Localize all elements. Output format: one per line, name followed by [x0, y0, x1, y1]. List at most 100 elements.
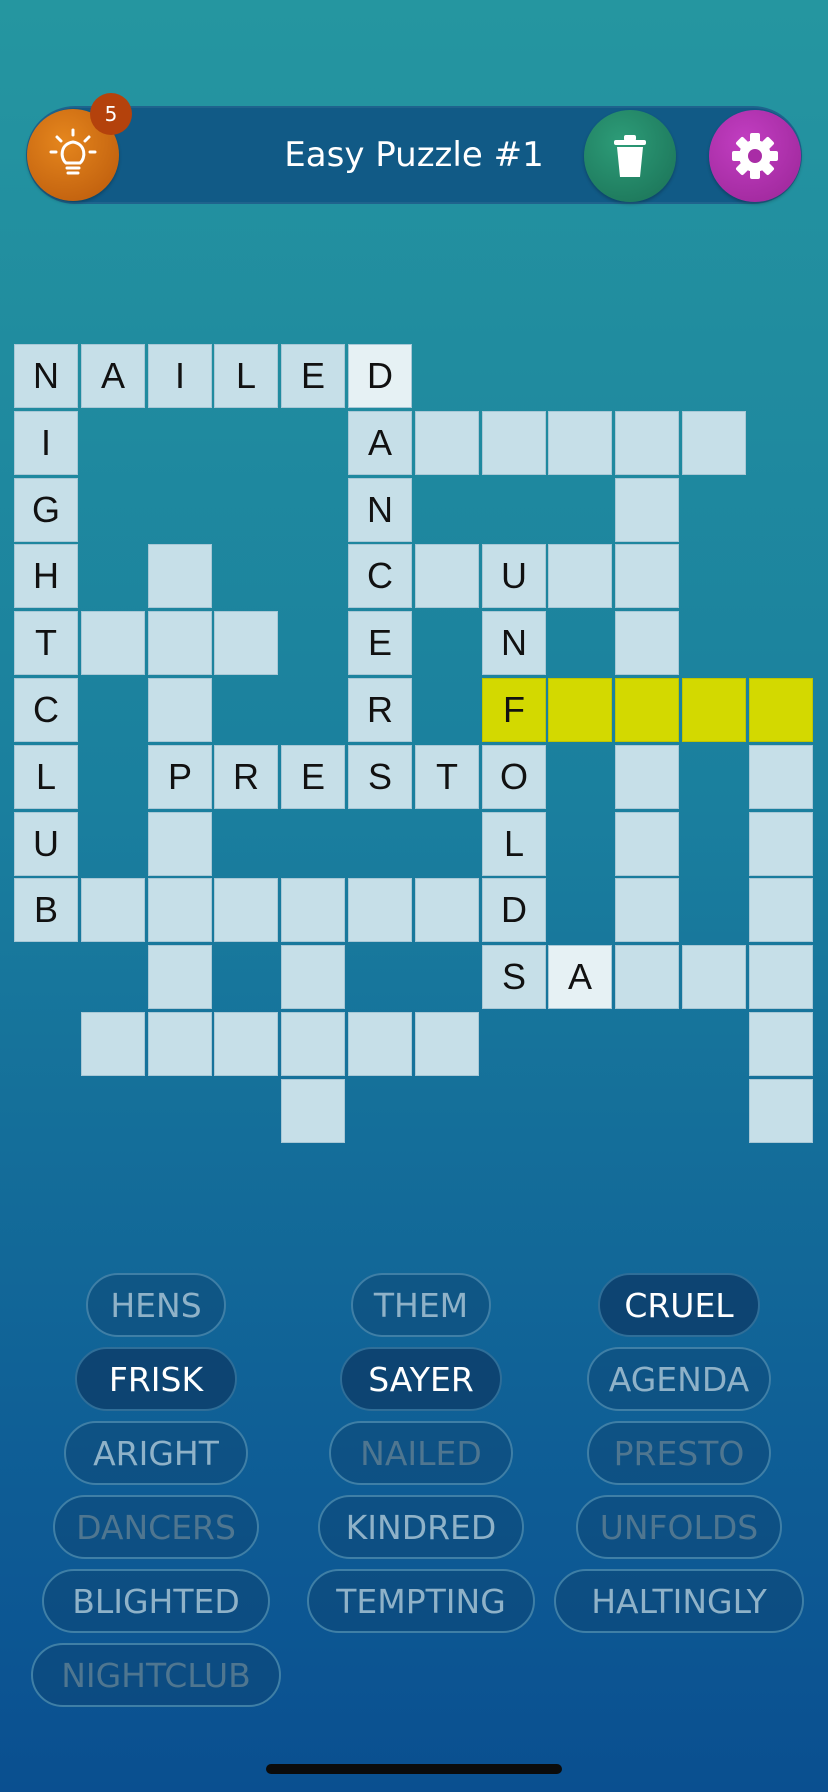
cell-letter: S [501, 956, 526, 997]
grid-cell[interactable]: R [214, 745, 278, 809]
grid-cell[interactable] [281, 878, 345, 942]
grid-cell[interactable] [81, 878, 145, 942]
grid-cell[interactable] [148, 1012, 212, 1076]
grid-cell[interactable]: R [348, 678, 412, 742]
grid-cell[interactable] [682, 411, 746, 475]
grid-cell[interactable] [281, 1079, 345, 1143]
grid-cell[interactable] [148, 812, 212, 876]
grid-cell[interactable]: U [14, 812, 78, 876]
grid-cell[interactable] [482, 411, 546, 475]
word-chip-frisk[interactable]: FRISK [75, 1347, 237, 1411]
grid-cell[interactable] [615, 812, 679, 876]
grid-cell[interactable] [749, 1079, 813, 1143]
cell-letter: B [33, 889, 58, 930]
grid-cell[interactable]: E [281, 344, 345, 408]
grid-cell[interactable] [148, 611, 212, 675]
grid-cell[interactable] [615, 611, 679, 675]
word-chip-kindred[interactable]: KINDRED [318, 1495, 524, 1559]
cell-letter: A [567, 956, 592, 997]
grid-cell[interactable]: N [482, 611, 546, 675]
grid-cell[interactable] [415, 544, 479, 608]
grid-cell[interactable]: S [482, 945, 546, 1009]
grid-cell[interactable] [749, 945, 813, 1009]
grid-cell[interactable]: I [14, 411, 78, 475]
grid-cell[interactable] [81, 611, 145, 675]
grid-cell[interactable] [281, 945, 345, 1009]
grid-cell[interactable]: P [148, 745, 212, 809]
grid-cell[interactable]: L [14, 745, 78, 809]
word-chip-aright[interactable]: ARIGHT [64, 1421, 248, 1485]
grid-cell[interactable]: O [482, 745, 546, 809]
grid-cell[interactable] [148, 878, 212, 942]
grid-cell[interactable] [615, 411, 679, 475]
grid-cell[interactable] [214, 878, 278, 942]
cell-letter: A [100, 355, 125, 396]
grid-cell[interactable]: A [81, 344, 145, 408]
grid-cell[interactable]: T [14, 611, 78, 675]
grid-cell[interactable] [749, 812, 813, 876]
grid-cell[interactable]: L [214, 344, 278, 408]
word-chip-nailed[interactable]: NAILED [329, 1421, 513, 1485]
grid-cell[interactable] [548, 544, 612, 608]
word-chip-haltingly[interactable]: HALTINGLY [554, 1569, 804, 1633]
grid-cell[interactable]: S [348, 745, 412, 809]
word-chip-dancers[interactable]: DANCERS [53, 1495, 259, 1559]
grid-cell[interactable]: N [348, 478, 412, 542]
grid-cell[interactable]: T [415, 745, 479, 809]
word-chip-them[interactable]: THEM [351, 1273, 491, 1337]
grid-cell[interactable]: C [348, 544, 412, 608]
grid-cell[interactable] [615, 745, 679, 809]
grid-cell[interactable] [281, 1012, 345, 1076]
grid-cell[interactable] [415, 878, 479, 942]
grid-cell[interactable]: A [548, 945, 612, 1009]
word-chip-blighted[interactable]: BLIGHTED [42, 1569, 270, 1633]
grid-cell[interactable] [749, 745, 813, 809]
grid-cell[interactable] [214, 1012, 278, 1076]
cell-letter: S [367, 756, 392, 797]
word-chip-presto[interactable]: PRESTO [587, 1421, 771, 1485]
word-chip-tempting[interactable]: TEMPTING [307, 1569, 535, 1633]
word-chip-unfolds[interactable]: UNFOLDS [576, 1495, 782, 1559]
grid-cell[interactable] [682, 678, 746, 742]
grid-cell[interactable] [615, 945, 679, 1009]
word-chip-cruel[interactable]: CRUEL [598, 1273, 760, 1337]
grid-cell[interactable] [348, 878, 412, 942]
word-chip-hens[interactable]: HENS [86, 1273, 226, 1337]
grid-cell[interactable]: E [348, 611, 412, 675]
grid-cell[interactable] [749, 678, 813, 742]
grid-cell[interactable]: D [348, 344, 412, 408]
grid-cell[interactable] [348, 1012, 412, 1076]
grid-cell[interactable]: N [14, 344, 78, 408]
grid-cell[interactable] [81, 1012, 145, 1076]
grid-cell[interactable]: B [14, 878, 78, 942]
grid-cell[interactable] [615, 878, 679, 942]
grid-cell[interactable] [548, 411, 612, 475]
grid-cell[interactable] [682, 945, 746, 1009]
grid-cell[interactable] [148, 544, 212, 608]
grid-cell[interactable]: F [482, 678, 546, 742]
grid-cell[interactable]: C [14, 678, 78, 742]
grid-cell[interactable]: G [14, 478, 78, 542]
grid-cell[interactable]: A [348, 411, 412, 475]
grid-cell[interactable] [615, 544, 679, 608]
grid-cell[interactable]: H [14, 544, 78, 608]
word-chip-nightclub[interactable]: NIGHTCLUB [31, 1643, 281, 1707]
grid-cell[interactable] [415, 1012, 479, 1076]
word-chip-agenda[interactable]: AGENDA [587, 1347, 771, 1411]
cell-letter: D [501, 889, 527, 930]
grid-cell[interactable] [548, 678, 612, 742]
grid-cell[interactable]: E [281, 745, 345, 809]
grid-cell[interactable]: U [482, 544, 546, 608]
grid-cell[interactable] [615, 678, 679, 742]
word-chip-sayer[interactable]: SAYER [340, 1347, 502, 1411]
grid-cell[interactable] [749, 878, 813, 942]
grid-cell[interactable] [615, 478, 679, 542]
grid-cell[interactable]: D [482, 878, 546, 942]
grid-cell[interactable]: L [482, 812, 546, 876]
grid-cell[interactable] [148, 678, 212, 742]
grid-cell[interactable] [214, 611, 278, 675]
grid-cell[interactable] [148, 945, 212, 1009]
grid-cell[interactable] [749, 1012, 813, 1076]
grid-cell[interactable]: I [148, 344, 212, 408]
grid-cell[interactable] [415, 411, 479, 475]
